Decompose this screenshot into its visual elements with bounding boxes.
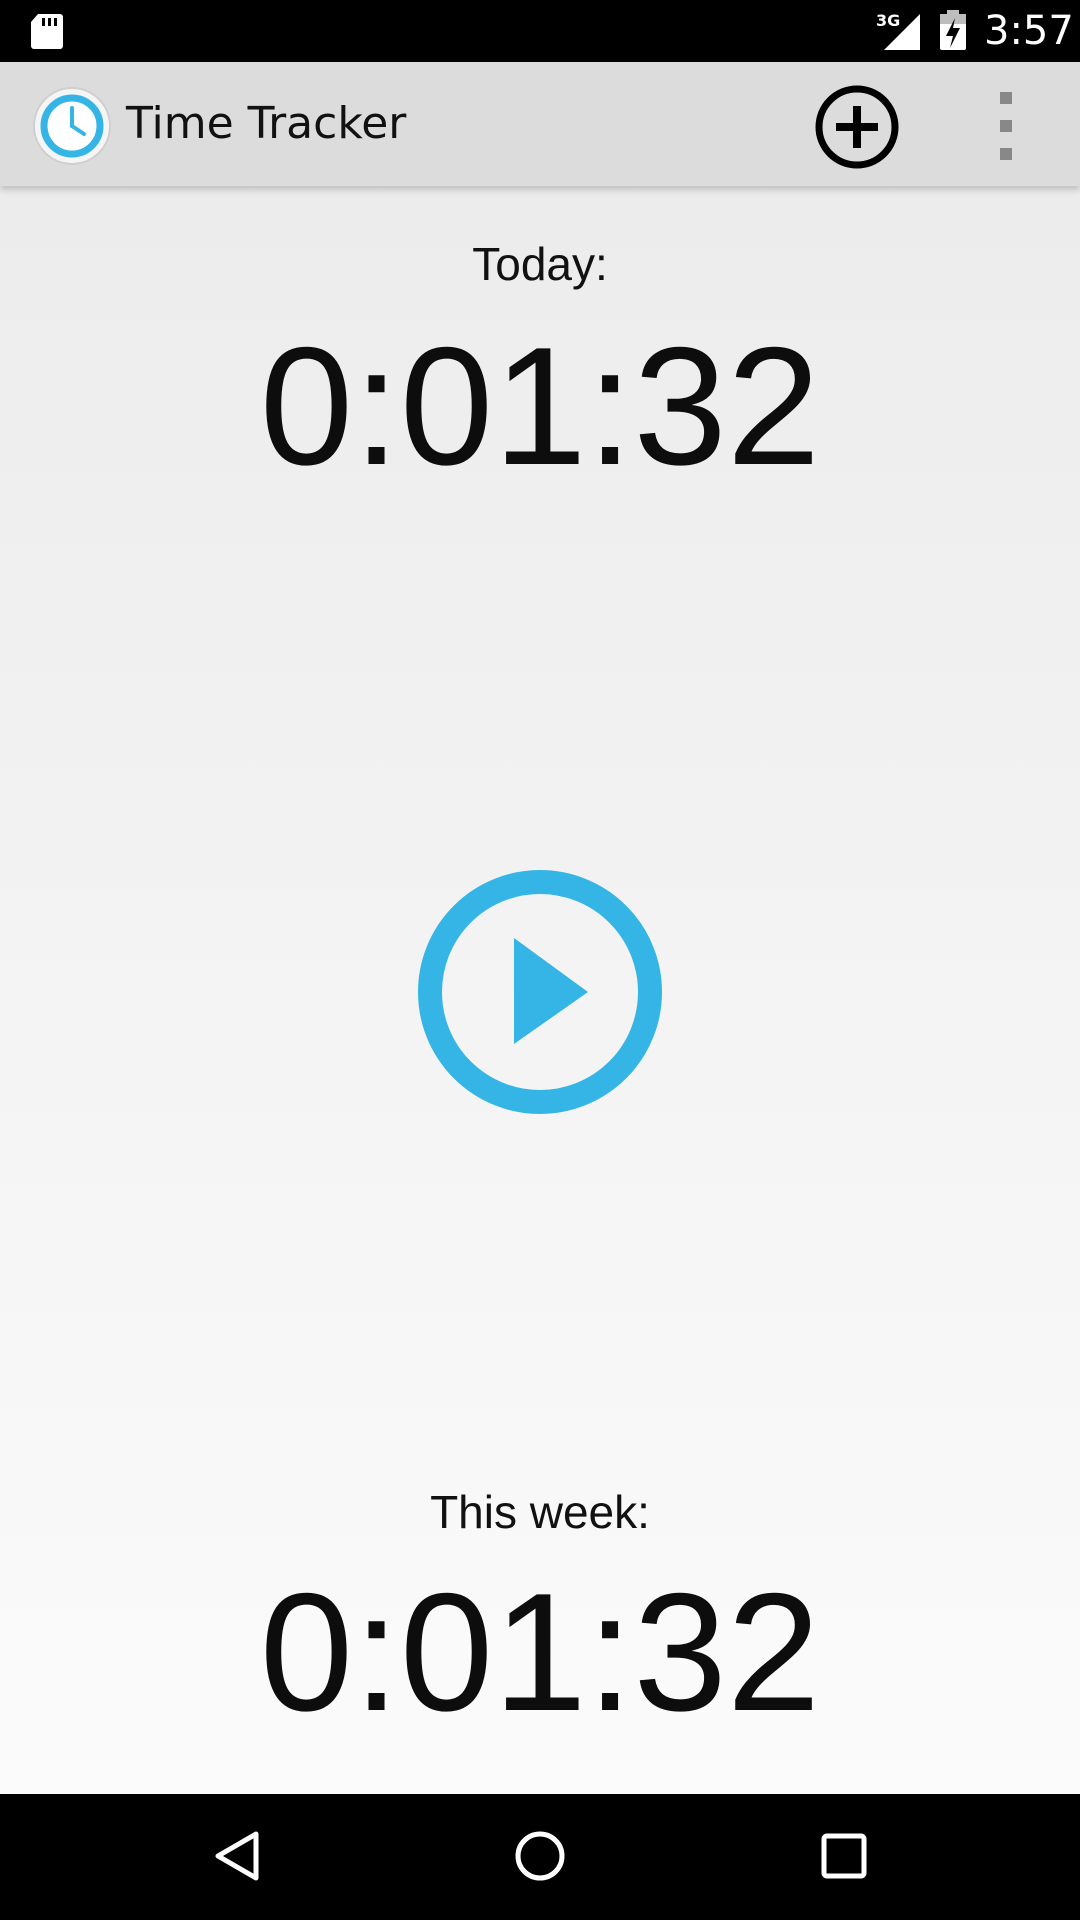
today-time: 0:01:32 [259, 312, 821, 500]
week-time: 0:01:32 [259, 1558, 821, 1746]
status-bar: 3G 3:57 [0, 0, 1080, 62]
clock-icon[interactable] [32, 86, 112, 166]
add-button[interactable] [812, 82, 902, 172]
app-title: Time Tracker [126, 98, 407, 149]
main-content: Today: 0:01:32 This week: 0:01:32 [0, 186, 1080, 1794]
home-icon[interactable] [514, 1826, 566, 1886]
sd-card-icon [31, 14, 63, 49]
recents-icon[interactable] [818, 1826, 870, 1886]
status-time: 3:57 [984, 8, 1074, 54]
play-icon [514, 938, 588, 1044]
action-bar: Time Tracker [0, 62, 1080, 186]
play-button[interactable] [416, 868, 664, 1116]
week-label: This week: [430, 1486, 650, 1538]
signal-icon: 3G [876, 11, 920, 50]
navigation-bar [0, 1794, 1080, 1920]
svg-text:3G: 3G [876, 11, 900, 30]
today-label: Today: [472, 238, 608, 290]
battery-charging-icon [940, 10, 966, 50]
back-icon[interactable] [206, 1826, 266, 1886]
overflow-menu-icon[interactable] [986, 88, 1026, 164]
